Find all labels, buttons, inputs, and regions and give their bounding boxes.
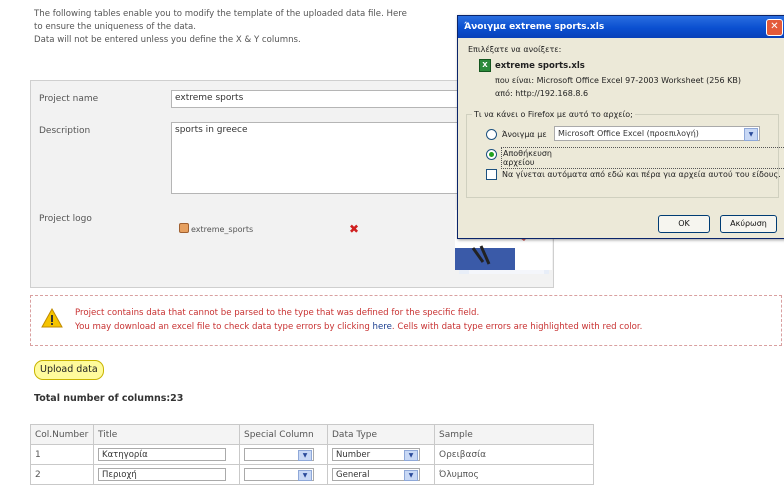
sample-value: Όλυμπος — [434, 464, 594, 485]
row-number: 2 — [30, 464, 94, 485]
open-with-radio[interactable] — [486, 129, 497, 140]
chevron-down-icon: ▼ — [744, 128, 758, 141]
header-special-column: Special Column — [239, 424, 328, 445]
warning-line-2-prefix: You may download an excel file to check … — [75, 322, 373, 332]
intro-line-1: The following tables enable you to modif… — [34, 9, 407, 19]
intro-line-2: to ensure the uniqueness of the data. — [34, 22, 197, 32]
save-file-label: Αποθήκευση αρχείου — [501, 147, 784, 169]
image-file-icon — [179, 223, 189, 233]
header-sample: Sample — [434, 424, 594, 445]
open-with-select[interactable]: Microsoft Office Excel (προεπιλογή) ▼ — [554, 126, 760, 141]
title-input[interactable]: Περιοχή — [98, 468, 226, 481]
title-input[interactable]: Κατηγορία — [98, 448, 226, 461]
chevron-down-icon: ▼ — [298, 470, 312, 481]
warning-line-2: You may download an excel file to check … — [75, 320, 775, 334]
data-type-select[interactable]: Number ▼ — [332, 448, 420, 461]
file-name: extreme sports.xls — [495, 61, 585, 71]
data-type-value: General — [336, 470, 370, 480]
special-cell: ▼ — [239, 444, 328, 465]
open-with-label: Άνοιγμα με — [502, 130, 547, 139]
total-columns-label: Total number of columns:23 — [34, 393, 184, 404]
data-type-value: Number — [336, 450, 371, 460]
logo-file-link[interactable]: extreme_sports — [179, 223, 253, 234]
header-title: Title — [93, 424, 240, 445]
choose-label: Επιλέξατε να ανοίξετε: — [468, 45, 562, 54]
action-question: Τι να κάνει ο Firefox με αυτό το αρχείο; — [472, 110, 635, 119]
title-cell: Κατηγορία — [93, 444, 240, 465]
table-header-row: Col.Number Title Special Column Data Typ… — [30, 424, 594, 445]
warning-line-2-suffix: . Cells with data type errors are highli… — [391, 322, 643, 332]
type-cell: General ▼ — [327, 464, 435, 485]
description-label: Description — [39, 126, 91, 136]
data-type-select[interactable]: General ▼ — [332, 468, 420, 481]
data-type-warning: Project contains data that cannot be par… — [30, 295, 782, 346]
dialog-title: Άνοιγμα extreme sports.xls — [464, 22, 605, 32]
project-name-input[interactable]: extreme sports — [171, 90, 461, 108]
logo-file-name: extreme_sports — [191, 225, 254, 234]
download-errors-link[interactable]: here — [373, 322, 392, 332]
special-column-select[interactable]: ▼ — [244, 448, 314, 461]
project-name-label: Project name — [39, 94, 99, 104]
save-file-radio[interactable] — [486, 149, 497, 160]
excel-file-icon: X — [479, 59, 491, 72]
header-col-number: Col.Number — [30, 424, 94, 445]
upload-data-button[interactable]: Upload data — [34, 360, 104, 380]
chevron-down-icon: ▼ — [298, 450, 312, 461]
intro-text: The following tables enable you to modif… — [34, 8, 464, 47]
open-file-dialog: Άνοιγμα extreme sports.xls ✕ Επιλέξατε ν… — [457, 15, 784, 239]
page: The following tables enable you to modif… — [0, 0, 784, 485]
sample-value: Ορειβασία — [434, 444, 594, 465]
dialog-title-bar: Άνοιγμα extreme sports.xls ✕ — [458, 16, 784, 38]
warning-message: Project contains data that cannot be par… — [75, 306, 775, 334]
project-logo-label: Project logo — [39, 214, 92, 224]
delete-logo-icon[interactable]: ✖ — [349, 223, 359, 235]
file-type-info: που είναι: Microsoft Office Excel 97-200… — [495, 76, 741, 85]
intro-line-3: Data will not be entered unless you defi… — [34, 35, 301, 45]
columns-table: Col.Number Title Special Column Data Typ… — [30, 424, 594, 485]
warning-icon — [41, 308, 63, 328]
auto-action-checkbox[interactable] — [486, 169, 497, 180]
file-source-info: από: http://192.168.8.6 — [495, 89, 589, 98]
header-data-type: Data Type — [327, 424, 435, 445]
type-cell: Number ▼ — [327, 444, 435, 465]
description-textarea[interactable]: sports in greece — [171, 122, 461, 194]
chevron-down-icon: ▼ — [404, 470, 418, 481]
ok-button[interactable]: OK — [658, 215, 710, 233]
special-cell: ▼ — [239, 464, 328, 485]
table-row: 2 Περιοχή ▼ General ▼ Όλυμπος — [30, 464, 594, 485]
table-row: 1 Κατηγορία ▼ Number ▼ Ορειβασία — [30, 444, 594, 465]
title-cell: Περιοχή — [93, 464, 240, 485]
auto-action-label: Να γίνεται αυτόματα από εδώ και πέρα για… — [502, 170, 781, 179]
close-icon[interactable]: ✕ — [766, 19, 783, 36]
chevron-down-icon: ▼ — [404, 450, 418, 461]
row-number: 1 — [30, 444, 94, 465]
special-column-select[interactable]: ▼ — [244, 468, 314, 481]
open-with-value: Microsoft Office Excel (προεπιλογή) — [558, 129, 699, 138]
warning-line-1: Project contains data that cannot be par… — [75, 308, 480, 318]
cancel-button[interactable]: Ακύρωση — [720, 215, 777, 233]
